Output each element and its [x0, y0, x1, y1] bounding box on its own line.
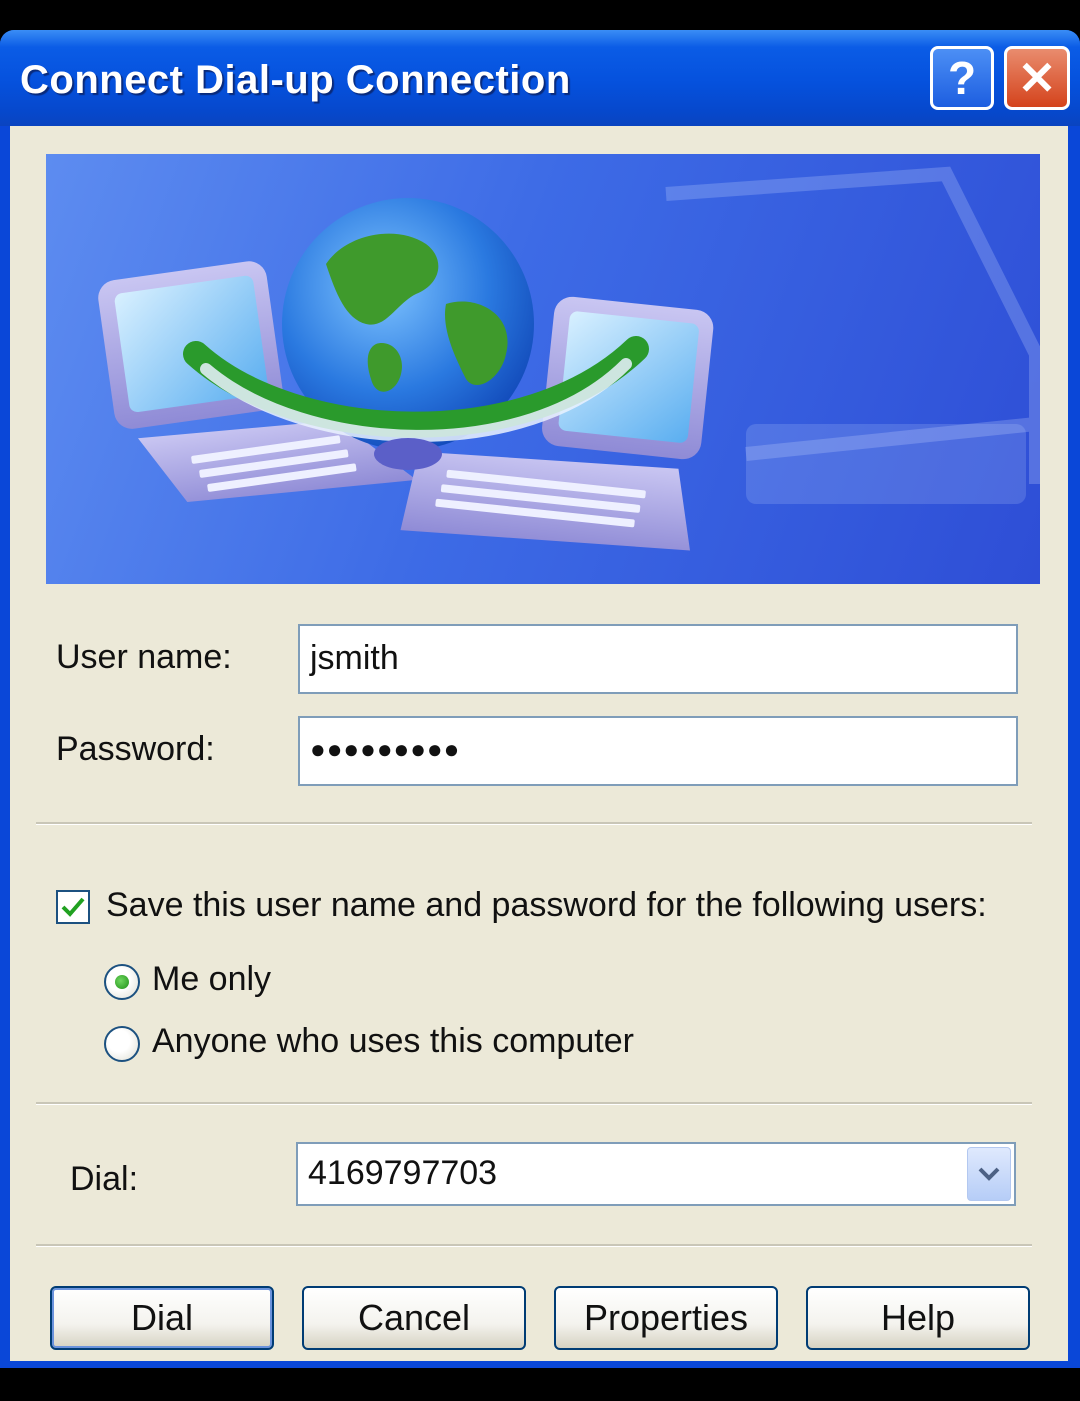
- chevron-down-icon: [978, 1167, 1000, 1181]
- dial-number-value: 4169797703: [308, 1154, 498, 1192]
- dial-button[interactable]: Dial: [50, 1286, 274, 1350]
- separator: [36, 1244, 1032, 1247]
- help-button[interactable]: Help: [806, 1286, 1030, 1350]
- anyone-label: Anyone who uses this computer: [152, 1022, 634, 1060]
- network-globe-laptops-icon: [46, 154, 1040, 584]
- save-credentials-label: Save this user name and password for the…: [106, 886, 987, 924]
- save-credentials-checkbox[interactable]: [56, 890, 90, 924]
- user-name-label: User name:: [56, 638, 232, 676]
- separator: [36, 822, 1032, 825]
- anyone-radio[interactable]: [104, 1026, 140, 1062]
- window-title: Connect Dial-up Connection: [20, 58, 571, 102]
- password-input[interactable]: ●●●●●●●●●: [298, 716, 1018, 786]
- user-name-input[interactable]: jsmith: [298, 624, 1018, 694]
- help-title-button[interactable]: ?: [930, 46, 994, 110]
- dialog-body: User name: jsmith Password: ●●●●●●●●● Sa…: [10, 126, 1068, 1361]
- checkmark-icon: [61, 897, 85, 917]
- me-only-label: Me only: [152, 960, 272, 998]
- close-button[interactable]: ✕: [1004, 46, 1070, 110]
- me-only-radio[interactable]: [104, 964, 140, 1000]
- properties-button[interactable]: Properties: [554, 1286, 778, 1350]
- dial-number-combobox[interactable]: 4169797703: [296, 1142, 1016, 1206]
- title-bar[interactable]: Connect Dial-up Connection ? ✕: [0, 30, 1080, 126]
- password-label: Password:: [56, 730, 215, 768]
- separator: [36, 1102, 1032, 1105]
- dropdown-arrow-button[interactable]: [967, 1147, 1011, 1201]
- radio-selected-dot: [115, 975, 129, 989]
- dialog-window: Connect Dial-up Connection ? ✕ User name…: [0, 30, 1080, 1368]
- dial-label: Dial:: [70, 1160, 139, 1198]
- cancel-button[interactable]: Cancel: [302, 1286, 526, 1350]
